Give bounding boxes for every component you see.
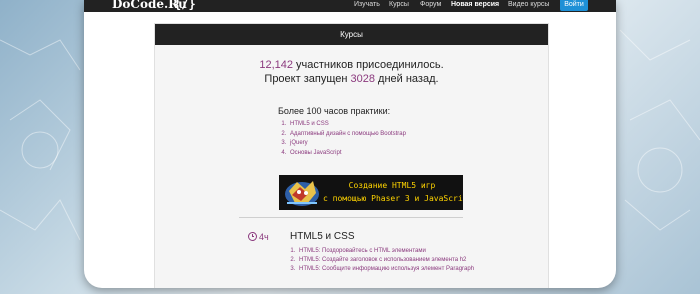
course-duration: 4ч <box>248 232 269 243</box>
lesson-item[interactable]: HTML5: Создайте заголовок с использовани… <box>297 256 497 265</box>
members-text: участников присоединилось. <box>296 59 444 71</box>
panel-header: Курсы <box>155 24 548 45</box>
desktop-background: DoCode.Ru {/} Изучать Курсы Форум Новая … <box>0 0 700 294</box>
launched-text: Проект запущен <box>264 73 348 85</box>
practice-item-jquery[interactable]: jQuery <box>288 139 406 149</box>
phaser-logo-icon <box>285 181 319 206</box>
site-logo-icon[interactable]: {/} <box>174 0 196 11</box>
lesson-item[interactable]: HTML5: Поздоровайтесь с HTML элементами <box>297 247 497 256</box>
practice-list: HTML5 и CSS Адаптивный дизайн с помощью … <box>278 120 406 158</box>
lesson-item[interactable]: HTML5: Сообщите информацию используя эле… <box>297 265 497 274</box>
practice-item-bootstrap[interactable]: Адаптивный дизайн с помощью Bootstrap <box>288 130 406 140</box>
courses-panel: Курсы 12,142 участников присоединилось. … <box>154 23 549 288</box>
nav-item-learn[interactable]: Изучать <box>354 0 380 10</box>
login-button[interactable]: Войти <box>560 0 588 11</box>
banner-line-1: Создание HTML5 игр <box>348 181 436 190</box>
course-title: HTML5 и CSS <box>290 231 355 242</box>
practice-item-html-css[interactable]: HTML5 и CSS <box>288 120 406 130</box>
practice-item-javascript[interactable]: Основы JavaScript <box>288 149 406 159</box>
days-count: 3028 <box>350 73 375 85</box>
course-duration-value: 4ч <box>259 232 269 242</box>
section-divider <box>239 217 463 218</box>
members-count: 12,142 <box>259 59 293 71</box>
practice-title: Более 100 часов практики: <box>278 106 391 116</box>
members-line: 12,142 участников присоединилось. <box>155 58 548 72</box>
banner-line-2: с помощью Phaser 3 и JavaScript <box>323 194 463 203</box>
launched-line: Проект запущен 3028 дней назад. <box>155 72 548 86</box>
phaser-course-banner[interactable]: Создание HTML5 игр с помощью Phaser 3 и … <box>279 175 463 210</box>
days-text: дней назад. <box>378 73 439 85</box>
clock-icon <box>248 232 257 241</box>
stats-block: 12,142 участников присоединилось. Проект… <box>155 58 548 86</box>
course-lessons: HTML5: Поздоровайтесь с HTML элементами … <box>289 247 497 274</box>
banner-text: Создание HTML5 игр с помощью Phaser 3 и … <box>323 179 463 205</box>
nav-item-new-version[interactable]: Новая версия <box>451 0 499 10</box>
browser-window: DoCode.Ru {/} Изучать Курсы Форум Новая … <box>84 0 616 288</box>
top-navbar: DoCode.Ru {/} Изучать Курсы Форум Новая … <box>84 0 616 12</box>
nav-item-courses[interactable]: Курсы <box>389 0 409 10</box>
nav-item-forum[interactable]: Форум <box>420 0 441 10</box>
nav-item-video-courses[interactable]: Видео курсы <box>508 0 549 10</box>
